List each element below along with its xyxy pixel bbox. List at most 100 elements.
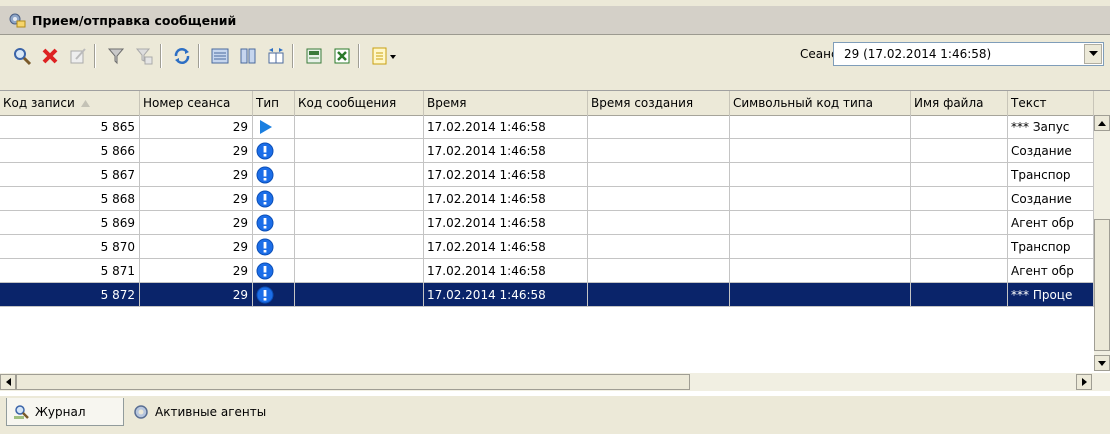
edit-button[interactable]	[66, 44, 90, 68]
excel-button[interactable]	[330, 44, 354, 68]
horizontal-scroll-thumb[interactable]	[16, 374, 690, 390]
cell-session: 29	[140, 163, 253, 187]
column-header[interactable]: Время создания	[588, 91, 730, 115]
column-header[interactable]: Символьный код типа	[730, 91, 911, 115]
cell-type-code	[730, 163, 911, 187]
session-select[interactable]: 29 (17.02.2014 1:46:58)	[833, 42, 1104, 66]
toolbar-separator	[358, 44, 360, 68]
cell-file	[911, 163, 1008, 187]
column-header[interactable]: Текст	[1008, 91, 1094, 115]
cell-id: 5 865	[0, 115, 140, 139]
tab-active-agents[interactable]: Активные агенты	[128, 398, 308, 426]
cell-code	[295, 211, 424, 235]
vertical-scrollbar[interactable]	[1094, 115, 1110, 371]
table-row[interactable]: 5 871 29 17.02.2014 1:46:58 Агент обр	[0, 259, 1094, 283]
cell-session: 29	[140, 283, 253, 307]
column-header[interactable]: Тип	[253, 91, 295, 115]
cell-type-code	[730, 211, 911, 235]
info-icon	[256, 142, 274, 159]
cell-session: 29	[140, 259, 253, 283]
tab-journal[interactable]: Журнал	[6, 398, 124, 426]
column-header[interactable]: Имя файла	[911, 91, 1008, 115]
cell-code	[295, 115, 424, 139]
cell-time: 17.02.2014 1:46:58	[424, 187, 588, 211]
export-icon	[306, 48, 322, 64]
cell-created	[588, 115, 730, 139]
gear-message-icon	[9, 13, 26, 28]
table-row[interactable]: 5 869 29 17.02.2014 1:46:58 Агент обр	[0, 211, 1094, 235]
table-row[interactable]: 5 868 29 17.02.2014 1:46:58 Создание	[0, 187, 1094, 211]
cell-created	[588, 283, 730, 307]
horizontal-scrollbar[interactable]	[0, 373, 1110, 391]
type-cell	[253, 139, 295, 163]
scroll-right-button[interactable]	[1076, 374, 1092, 390]
info-icon	[256, 214, 274, 231]
cell-file	[911, 283, 1008, 307]
table-row[interactable]: 5 866 29 17.02.2014 1:46:58 Создание	[0, 139, 1094, 163]
cell-id: 5 866	[0, 139, 140, 163]
column-header[interactable]: Код сообщения	[295, 91, 424, 115]
cell-id: 5 871	[0, 259, 140, 283]
scroll-up-button[interactable]	[1094, 115, 1110, 131]
cell-file	[911, 259, 1008, 283]
info-icon	[256, 190, 274, 207]
cell-time: 17.02.2014 1:46:58	[424, 163, 588, 187]
cell-time: 17.02.2014 1:46:58	[424, 283, 588, 307]
report-dropdown-button[interactable]	[368, 44, 402, 68]
table-row[interactable]: 5 872 29 17.02.2014 1:46:58 *** Проце	[0, 283, 1094, 307]
cell-text: Агент обр	[1008, 259, 1094, 283]
export-button[interactable]	[302, 44, 326, 68]
table-row[interactable]: 5 865 29 17.02.2014 1:46:58 *** Запус	[0, 115, 1094, 139]
column-header[interactable]: Время	[424, 91, 588, 115]
filter-button[interactable]	[104, 44, 128, 68]
refresh-button[interactable]	[170, 44, 194, 68]
scroll-down-button[interactable]	[1094, 355, 1110, 371]
cell-file	[911, 235, 1008, 259]
tab-journal-label: Журнал	[35, 404, 86, 419]
delete-button[interactable]	[38, 44, 62, 68]
columns-button[interactable]	[236, 44, 260, 68]
report-dropdown-icon	[372, 47, 396, 65]
autosize-columns-button[interactable]	[264, 44, 288, 68]
cell-type-code	[730, 115, 911, 139]
type-cell	[253, 259, 295, 283]
toolbar-separator	[292, 44, 294, 68]
table-row[interactable]: 5 867 29 17.02.2014 1:46:58 Транспор	[0, 163, 1094, 187]
type-cell	[253, 235, 295, 259]
search-button[interactable]	[10, 44, 34, 68]
cell-text: Транспор	[1008, 235, 1094, 259]
vertical-scroll-thumb[interactable]	[1094, 219, 1110, 351]
cell-code	[295, 235, 424, 259]
cell-session: 29	[140, 235, 253, 259]
cell-session: 29	[140, 211, 253, 235]
cell-id: 5 868	[0, 187, 140, 211]
filter-clear-button[interactable]	[132, 44, 156, 68]
column-header[interactable]: Код записи	[0, 91, 140, 115]
session-value: 29 (17.02.2014 1:46:58)	[844, 47, 992, 61]
cell-text: *** Запус	[1008, 115, 1094, 139]
cell-type-code	[730, 235, 911, 259]
info-icon	[256, 286, 274, 303]
cell-file	[911, 115, 1008, 139]
gear-icon	[134, 405, 148, 419]
cell-session: 29	[140, 115, 253, 139]
main-window: Прием/отправка сообщений Сеанс: 29 (17.0…	[0, 0, 1110, 434]
info-icon	[256, 262, 274, 279]
delete-icon	[42, 48, 58, 64]
info-icon	[256, 166, 274, 183]
chevron-down-icon[interactable]	[1084, 44, 1102, 64]
list-view-button[interactable]	[208, 44, 232, 68]
cell-code	[295, 187, 424, 211]
cell-type-code	[730, 139, 911, 163]
cell-time: 17.02.2014 1:46:58	[424, 235, 588, 259]
scroll-left-button[interactable]	[0, 374, 16, 390]
window-title: Прием/отправка сообщений	[32, 12, 237, 28]
column-header[interactable]: Номер сеанса	[140, 91, 253, 115]
cell-time: 17.02.2014 1:46:58	[424, 115, 588, 139]
cell-created	[588, 187, 730, 211]
cell-text: Агент обр	[1008, 211, 1094, 235]
table-row[interactable]: 5 870 29 17.02.2014 1:46:58 Транспор	[0, 235, 1094, 259]
toolbar-separator	[94, 44, 96, 68]
cell-id: 5 869	[0, 211, 140, 235]
cell-created	[588, 235, 730, 259]
